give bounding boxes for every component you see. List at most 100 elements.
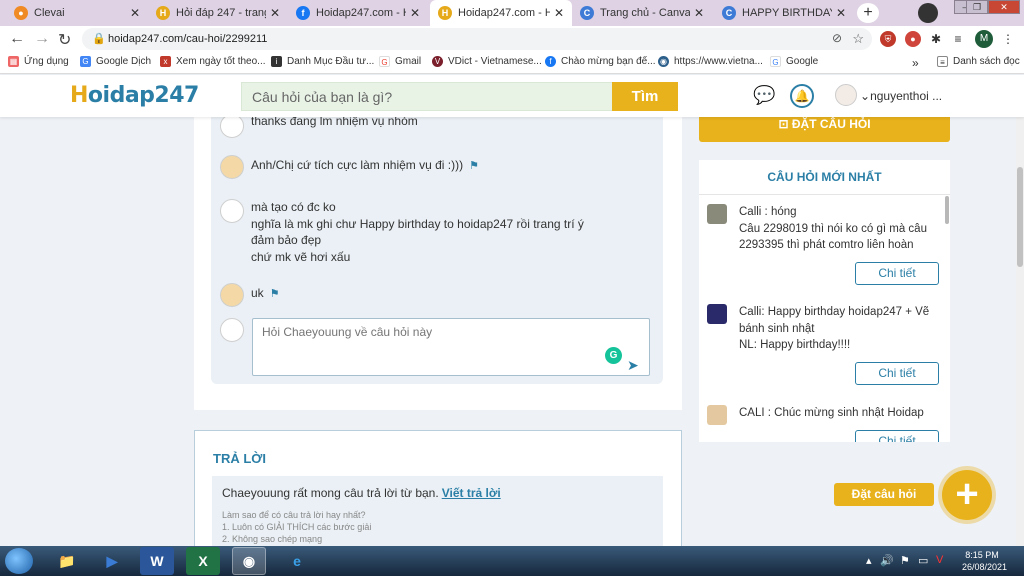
bookmark-label: Ứng dụng <box>24 56 69 67</box>
reply-box[interactable] <box>252 318 650 376</box>
puzzle-extension-icon[interactable]: ✱ <box>928 31 944 47</box>
commenter-avatar[interactable] <box>220 155 244 179</box>
comment-item: uk ⚑ <box>220 283 280 307</box>
question-avatar <box>707 405 727 425</box>
site-logo[interactable]: Hoidap247 <box>70 83 199 108</box>
file-explorer-icon[interactable]: 📁 <box>50 547 84 575</box>
eye-off-icon[interactable]: ⊘ <box>832 31 842 45</box>
media-control-icon[interactable]: ≡ <box>950 31 966 47</box>
more-bookmarks-icon[interactable]: » <box>912 56 919 70</box>
tab-title: Hoidap247.com - Hỏi đ <box>316 7 406 19</box>
detail-button[interactable]: Chi tiết <box>855 262 939 285</box>
panel-scrollbar[interactable] <box>945 196 949 224</box>
chrome-icon[interactable]: ◉ <box>232 547 266 575</box>
new-tab-button[interactable]: + <box>857 3 879 23</box>
bookmark-chao-mung[interactable]: f Chào mừng bạn đế... <box>545 56 656 67</box>
commenter-avatar[interactable] <box>220 283 244 307</box>
username-menu[interactable]: ⌄nguyenthoi ... <box>860 89 942 103</box>
google-icon: G <box>379 56 390 67</box>
report-flag-icon[interactable]: ⚑ <box>270 288 280 300</box>
tab-search-icon[interactable] <box>918 3 938 23</box>
commenter-avatar[interactable] <box>220 114 244 138</box>
tab-hoidap-trangtra[interactable]: H Hỏi đáp 247 - trang tra ✕ <box>148 0 288 26</box>
tray-arrow-icon[interactable]: ▴ <box>866 554 872 567</box>
profile-avatar[interactable]: M <box>975 30 993 48</box>
search-input[interactable] <box>242 83 612 110</box>
bookmark-google-translate[interactable]: G Google Dịch <box>80 56 151 67</box>
bookmark-vietna[interactable]: ◉ https://www.vietna... <box>658 56 763 67</box>
maximize-button[interactable]: ❐ <box>966 0 988 14</box>
media-player-icon[interactable]: ▶ <box>95 547 129 575</box>
question-avatar <box>707 204 727 224</box>
reading-list-icon: ≡ <box>937 56 948 67</box>
tab-happy-birthday[interactable]: C HAPPY BIRTHDAY TO H ✕ <box>714 0 854 26</box>
tab-canva-home[interactable]: C Trang chủ - Canva ✕ <box>572 0 712 26</box>
report-flag-icon[interactable]: ⚑ <box>469 160 479 172</box>
page-scrollbar[interactable] <box>1016 117 1024 546</box>
hoidap-icon: H <box>156 6 170 20</box>
system-clock[interactable]: 8:15 PM 26/08/2021 <box>962 549 1008 573</box>
write-answer-link[interactable]: Viết trả lời <box>442 486 501 500</box>
close-tab-icon[interactable]: ✕ <box>410 6 420 20</box>
shield-extension-icon[interactable]: ⛨ <box>880 31 896 47</box>
volume-icon[interactable]: 🔊 <box>880 554 894 567</box>
tab-hoidap-active[interactable]: H Hoidap247.com - Hỏi đ ✕ <box>430 0 572 26</box>
tab-clevai[interactable]: ● Clevai ✕ <box>6 0 148 26</box>
clock-date: 26/08/2021 <box>962 562 1008 572</box>
send-icon[interactable]: ➤ <box>627 357 639 374</box>
comment-line: chứ mk vẽ hơi xấu <box>251 249 351 264</box>
bell-icon[interactable]: 🔔 <box>790 84 814 108</box>
user-avatar[interactable] <box>835 84 857 106</box>
forward-icon[interactable]: → <box>34 30 50 48</box>
close-tab-icon[interactable]: ✕ <box>130 6 140 20</box>
reading-list[interactable]: ≡ Danh sách đọc <box>937 56 1020 67</box>
search-button[interactable]: Tìm <box>612 82 678 111</box>
network-icon[interactable]: ▭ <box>918 554 928 567</box>
bookmark-google[interactable]: G Google <box>770 56 818 67</box>
bookmark-vdict[interactable]: V VDict - Vietnamese... <box>432 56 542 67</box>
abp-extension-icon[interactable]: ● <box>905 31 921 47</box>
hoidap-icon: H <box>438 6 452 20</box>
tab-hoidap-facebook[interactable]: f Hoidap247.com - Hỏi đ ✕ <box>288 0 428 26</box>
reload-icon[interactable]: ↻ <box>58 30 71 50</box>
site-header: Hoidap247 Tìm 💬 🔔 ⌄nguyenthoi ... <box>0 75 1024 117</box>
grammarly-icon[interactable]: G <box>605 347 622 364</box>
detail-button[interactable]: Chi tiết <box>855 362 939 385</box>
calendar-icon: x <box>160 56 171 67</box>
bookmark-label: Gmail <box>395 56 422 67</box>
close-tab-icon[interactable]: ✕ <box>270 6 280 20</box>
reply-input[interactable] <box>253 319 649 375</box>
lock-icon[interactable]: 🔒 <box>92 32 106 45</box>
close-window-button[interactable]: ✕ <box>988 0 1020 14</box>
comment-text: uk <box>251 286 264 300</box>
question-item[interactable]: Calli: Happy birthday hoidap247 + Vẽ bán… <box>707 304 937 364</box>
commenter-avatar[interactable] <box>220 199 244 223</box>
detail-button[interactable]: Chi tiết <box>855 430 939 442</box>
close-tab-icon[interactable]: ✕ <box>554 6 564 20</box>
close-tab-icon[interactable]: ✕ <box>836 6 846 20</box>
bookmark-label: Danh Mục Đầu tư... <box>287 56 375 67</box>
clevai-icon: ● <box>14 6 28 20</box>
bookmark-star-icon[interactable]: ☆ <box>852 31 864 47</box>
flag-icon[interactable]: ⚑ <box>900 554 910 567</box>
chat-icon[interactable]: 💬 <box>753 85 775 106</box>
close-tab-icon[interactable]: ✕ <box>694 6 704 20</box>
menu-icon[interactable]: ⋮ <box>1000 31 1016 47</box>
address-bar[interactable]: 🔒 hoidap247.com/cau-hoi/2299211 ⊘ ☆ <box>82 28 872 50</box>
scrollbar-thumb[interactable] <box>1017 167 1023 267</box>
excel-icon[interactable]: X <box>186 547 220 575</box>
start-button[interactable] <box>5 548 33 574</box>
bookmark-danh-muc[interactable]: i Danh Mục Đầu tư... <box>271 56 374 67</box>
floating-ask-button[interactable]: + <box>942 470 992 520</box>
bookmark-gmail[interactable]: G Gmail <box>379 56 421 67</box>
vietkey-icon[interactable]: V <box>936 554 943 566</box>
floating-ask-label[interactable]: Đặt câu hỏi <box>834 483 934 506</box>
bookmark-apps[interactable]: ▦ Ứng dụng <box>8 56 69 67</box>
comment-line: nghĩa là mk ghi chư Happy birthday to ho… <box>251 216 584 231</box>
word-icon[interactable]: W <box>140 547 174 575</box>
search-field[interactable] <box>241 82 613 111</box>
internet-explorer-icon[interactable]: e <box>280 547 314 575</box>
bookmark-xem-ngay[interactable]: x Xem ngày tốt theo... <box>160 56 266 67</box>
panel-title: CÂU HỎI MỚI NHẤT <box>699 160 950 195</box>
back-icon[interactable]: ← <box>9 30 25 48</box>
